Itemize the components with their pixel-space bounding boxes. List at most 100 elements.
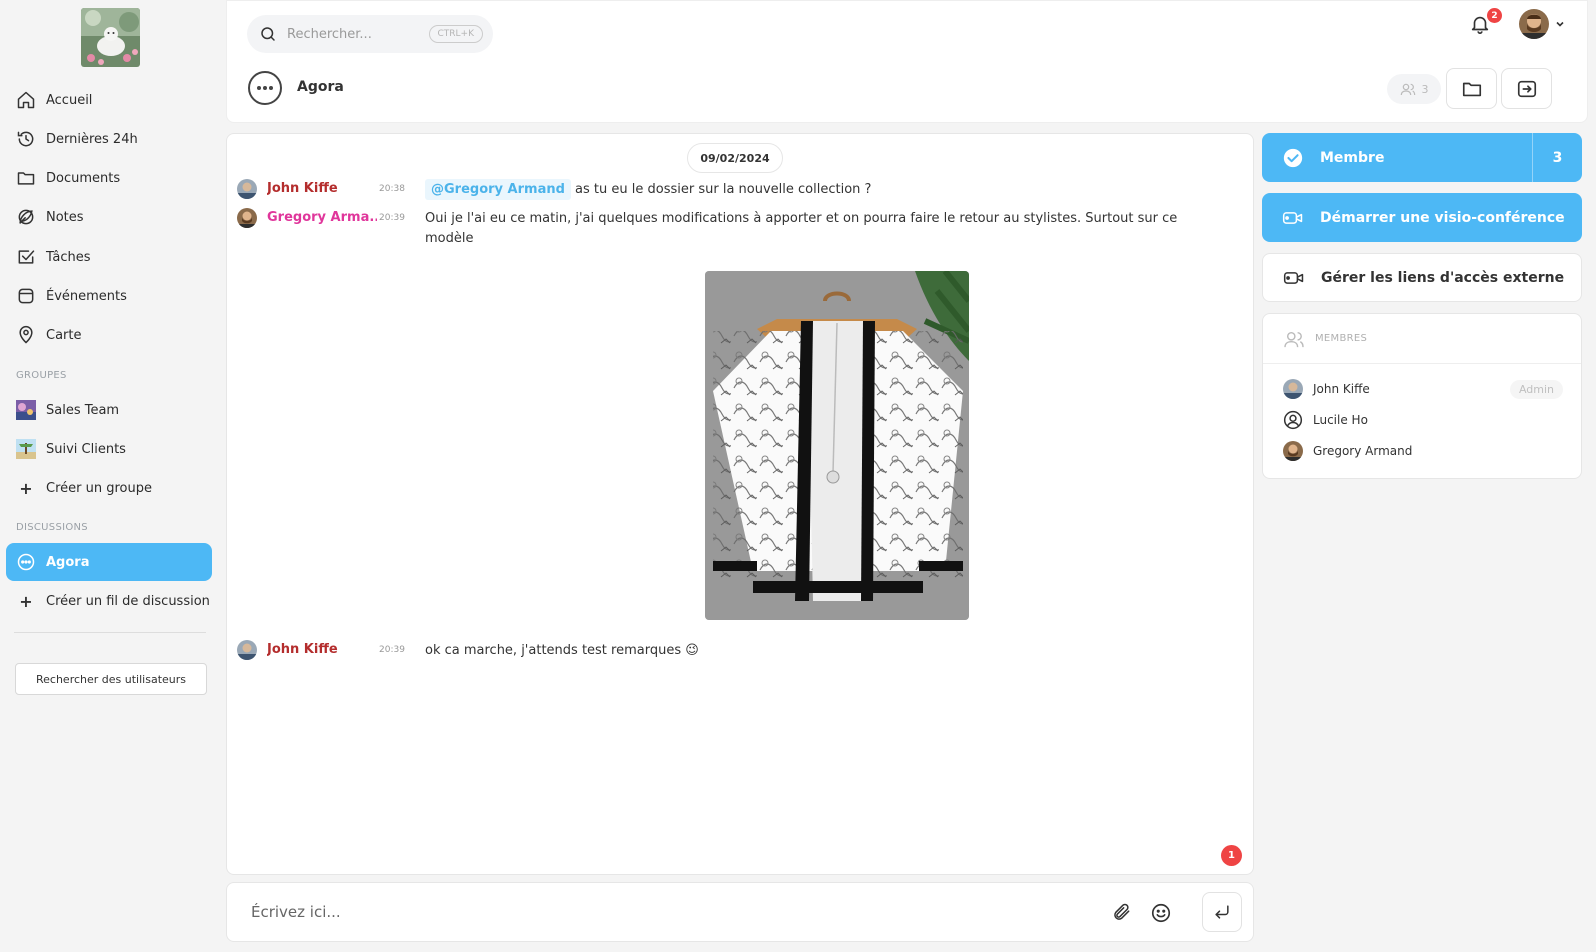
member-status-label: Membre xyxy=(1320,149,1385,166)
notification-badge: 2 xyxy=(1487,8,1502,23)
nav-item-label: Dernières 24h xyxy=(46,131,138,147)
plus-icon: + xyxy=(19,591,33,611)
sidebar-divider xyxy=(14,632,206,633)
group-item-label: Sales Team xyxy=(46,402,120,418)
nav-item-evenements[interactable]: Événements xyxy=(6,277,212,315)
avatar[interactable] xyxy=(237,640,257,660)
nav-item-label: Événements xyxy=(46,288,127,304)
member-row[interactable]: John Kiffe Admin xyxy=(1283,377,1563,401)
search-shortcut-hint: CTRL+K xyxy=(428,25,483,43)
admin-badge: Admin xyxy=(1509,379,1563,399)
header-user-area: 2 xyxy=(1427,1,1587,53)
member-name: Gregory Armand xyxy=(1313,444,1413,458)
chat-area: 09/02/2024 John Kiffe 20:38 @Gregory Arm… xyxy=(226,133,1254,875)
message-time: 20:38 xyxy=(379,184,405,194)
group-item-sales-team[interactable]: Sales Team xyxy=(6,391,212,429)
plus-icon: + xyxy=(19,478,33,498)
create-thread-label: Créer un fil de discussion xyxy=(46,593,210,609)
participants-count: 3 xyxy=(1421,82,1429,96)
message-input[interactable] xyxy=(251,897,1091,927)
folder-icon xyxy=(1461,78,1483,100)
leave-channel-button[interactable] xyxy=(1501,68,1552,109)
participants-button[interactable]: 3 xyxy=(1387,74,1441,104)
member-row[interactable]: Lucile Ho xyxy=(1283,408,1563,432)
message-image-attachment[interactable] xyxy=(705,271,969,620)
nav-item-documents[interactable]: Documents xyxy=(6,159,212,197)
emoji-icon[interactable] xyxy=(1150,902,1172,924)
nav-item-label: Notes xyxy=(46,209,84,225)
create-group-button[interactable]: + Créer un groupe xyxy=(6,469,212,507)
members-header: MEMBRES xyxy=(1263,314,1581,364)
group-item-label: Suivi Clients xyxy=(46,441,126,457)
home-icon xyxy=(16,90,36,110)
external-links-button[interactable]: Gérer les liens d'accès externe xyxy=(1262,253,1582,302)
nav-item-notes[interactable]: Notes xyxy=(6,198,212,236)
avatar xyxy=(1283,379,1303,399)
nav-item-dernieres-24h[interactable]: Dernières 24h xyxy=(6,120,212,158)
send-button[interactable] xyxy=(1202,892,1242,932)
external-links-label: Gérer les liens d'accès externe xyxy=(1321,269,1565,286)
search-placeholder: Rechercher... xyxy=(287,26,372,42)
member-status-button[interactable]: Membre 3 xyxy=(1262,133,1582,182)
sidebar: Accueil Dernières 24h Documents Notes Tâ… xyxy=(0,0,220,952)
unread-badge[interactable]: 1 xyxy=(1221,845,1242,866)
nav-item-label: Carte xyxy=(46,327,82,343)
message-text: @Gregory Armand as tu eu le dossier sur … xyxy=(425,179,1225,200)
nav-item-accueil[interactable]: Accueil xyxy=(6,81,212,119)
user-avatar[interactable] xyxy=(1519,9,1549,39)
create-thread-button[interactable]: + Créer un fil de discussion xyxy=(6,582,212,620)
message-body: as tu eu le dossier sur la nouvelle coll… xyxy=(575,182,872,197)
chevron-down-icon[interactable] xyxy=(1555,19,1565,29)
folder-icon xyxy=(16,168,36,188)
task-check-icon xyxy=(16,247,36,267)
member-name: Lucile Ho xyxy=(1313,413,1368,427)
message-author[interactable]: John Kiffe xyxy=(267,642,377,657)
message-time: 20:39 xyxy=(379,213,405,223)
check-circle-icon xyxy=(1282,147,1304,169)
channel-options-icon[interactable] xyxy=(248,71,282,105)
member-row[interactable]: Gregory Armand xyxy=(1283,439,1563,463)
users-icon xyxy=(1283,330,1305,348)
clock-history-icon xyxy=(16,129,36,149)
nav-item-label: Tâches xyxy=(46,249,91,265)
date-separator: 09/02/2024 xyxy=(687,143,783,173)
members-title: MEMBRES xyxy=(1315,333,1368,344)
map-pin-icon xyxy=(16,325,36,345)
header: Rechercher... CTRL+K 2 Agora 3 xyxy=(226,0,1588,123)
start-video-button[interactable]: Démarrer une visio-conférence xyxy=(1262,193,1582,242)
discussions-section-title: DISCUSSIONS xyxy=(16,522,88,533)
message-time: 20:39 xyxy=(379,645,405,655)
default-user-icon xyxy=(1283,410,1303,430)
message-text: ok ca marche, j'attends test remarques 😉 xyxy=(425,643,699,658)
mention[interactable]: @Gregory Armand xyxy=(425,179,571,200)
exit-icon xyxy=(1516,78,1538,100)
files-button[interactable] xyxy=(1446,68,1497,109)
paperclip-icon[interactable] xyxy=(1112,902,1132,922)
users-icon xyxy=(1400,82,1416,96)
message-author[interactable]: John Kiffe xyxy=(267,181,377,196)
avatar[interactable] xyxy=(237,179,257,199)
search-users-button[interactable]: Rechercher des utilisateurs xyxy=(15,663,207,695)
video-camera-icon xyxy=(1282,209,1304,227)
create-group-label: Créer un groupe xyxy=(46,480,152,496)
workspace-logo[interactable] xyxy=(81,8,140,67)
discussion-item-label: Agora xyxy=(46,554,90,570)
discussion-item-agora[interactable]: Agora xyxy=(6,543,212,581)
notes-icon xyxy=(16,207,36,227)
nav-item-taches[interactable]: Tâches xyxy=(6,238,212,276)
global-search[interactable]: Rechercher... CTRL+K xyxy=(247,15,493,53)
groups-section-title: GROUPES xyxy=(16,370,67,381)
message-composer xyxy=(226,882,1254,942)
nav-item-label: Documents xyxy=(46,170,121,186)
start-video-label: Démarrer une visio-conférence xyxy=(1320,209,1565,226)
group-avatar xyxy=(16,400,36,420)
member-name: John Kiffe xyxy=(1313,382,1370,396)
nav-item-carte[interactable]: Carte xyxy=(6,316,212,354)
avatar[interactable] xyxy=(237,208,257,228)
group-item-suivi-clients[interactable]: Suivi Clients xyxy=(6,430,212,468)
avatar xyxy=(1283,441,1303,461)
search-icon xyxy=(259,25,277,43)
message-author[interactable]: Gregory Arma... xyxy=(267,210,377,225)
group-avatar xyxy=(16,439,36,459)
calendar-icon xyxy=(16,286,36,306)
